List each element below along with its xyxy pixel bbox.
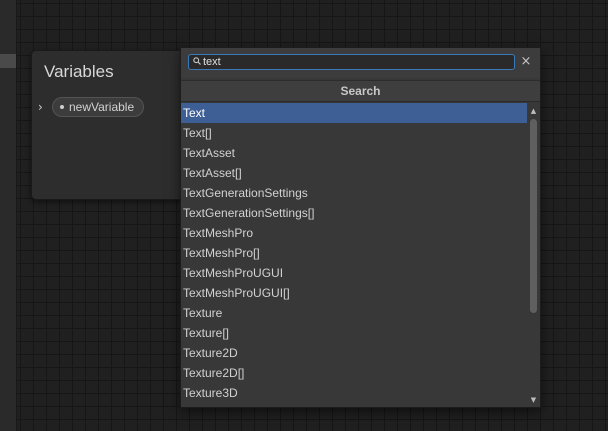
variables-title: Variables <box>44 62 114 81</box>
variable-pill[interactable]: newVariable <box>52 97 145 117</box>
left-edge-marker <box>0 54 16 68</box>
search-result-item[interactable]: TextMeshPro <box>181 223 527 243</box>
search-result-item[interactable]: Texture[] <box>181 323 527 343</box>
scroll-up-icon[interactable]: ▲ <box>529 107 538 115</box>
search-input[interactable] <box>188 54 515 70</box>
search-result-item[interactable]: TextAsset[] <box>181 163 527 183</box>
dot-icon <box>60 105 64 109</box>
result-list: Text Text[] TextAsset TextAsset[] TextGenera… <box>181 103 527 406</box>
search-header: Search <box>181 80 540 102</box>
type-search-window: × Search TextText[]TextAssetTextAsset[]T… <box>180 47 541 408</box>
clear-icon[interactable]: × <box>519 53 533 71</box>
variable-name: newVariable <box>69 100 135 114</box>
search-result-item[interactable]: Texture2D <box>181 343 527 363</box>
search-result-item[interactable]: Texture <box>181 303 527 323</box>
search-header-label: Search <box>340 84 381 98</box>
search-result-item[interactable]: Texture3D <box>181 383 527 403</box>
scrollbar-thumb[interactable] <box>530 119 537 313</box>
search-bar: × <box>181 48 540 78</box>
chevron-right-icon[interactable]: › <box>38 97 50 117</box>
left-edge-panel <box>0 0 17 431</box>
search-result-item[interactable]: TextAsset <box>181 143 527 163</box>
search-result-item[interactable]: TextMeshProUGUI[] <box>181 283 527 303</box>
scroll-down-icon[interactable]: ▼ <box>529 396 538 404</box>
search-result-item[interactable]: TextMeshProUGUI <box>181 263 527 283</box>
scrollbar[interactable]: ▲ ▼ <box>527 103 540 406</box>
variables-panel: Variables › newVariable <box>31 50 193 200</box>
search-result-item[interactable]: TextGenerationSettings[] <box>181 203 527 223</box>
search-result-item[interactable]: Text[] <box>181 123 527 143</box>
search-result-item[interactable]: Text <box>181 103 527 123</box>
search-result-item[interactable]: TextGenerationSettings <box>181 183 527 203</box>
search-icon <box>193 57 201 65</box>
variable-row[interactable]: › newVariable <box>38 97 145 117</box>
search-result-item[interactable]: Texture2D[] <box>181 363 527 383</box>
search-result-item[interactable]: TextMeshPro[] <box>181 243 527 263</box>
